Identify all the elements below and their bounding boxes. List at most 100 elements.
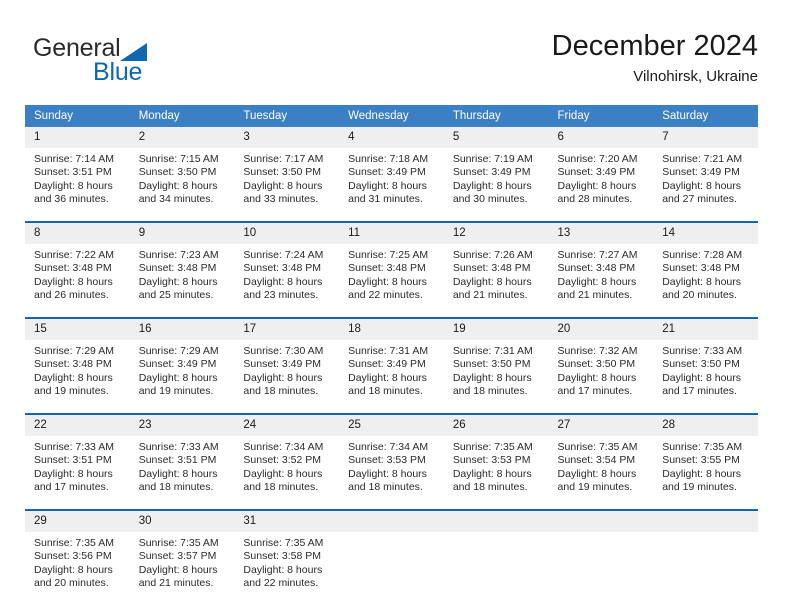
calendar-week-row: 15 Sunrise: 7:29 AM Sunset: 3:48 PM Dayligh… <box>25 317 758 407</box>
calendar-day-cell[interactable]: 26 Sunrise: 7:35 AM Sunset: 3:53 PM Dayligh… <box>443 413 549 503</box>
daylight-duration-line2: and 18 minutes. <box>243 481 319 494</box>
day-number: 1 <box>25 127 130 148</box>
day-number: 25 <box>339 415 444 436</box>
daylight-duration-line2: and 17 minutes. <box>557 385 633 398</box>
daylight-duration-line2: and 19 minutes. <box>138 385 214 398</box>
day-sun-info: Sunrise: 7:18 AM Sunset: 3:49 PM Daylight:… <box>339 148 444 207</box>
daylight-duration-line1: Daylight: 8 hours <box>138 275 218 288</box>
calendar-day-cell[interactable]: 16 Sunrise: 7:29 AM Sunset: 3:49 PM Dayligh… <box>129 317 235 407</box>
day-number: 17 <box>234 319 340 340</box>
sunset-time: Sunset: 3:49 PM <box>557 166 636 179</box>
sunrise-time: Sunrise: 7:22 AM <box>34 249 114 261</box>
general-blue-logo[interactable]: General Blue <box>33 34 263 90</box>
daylight-duration-line1: Daylight: 8 hours <box>557 371 637 384</box>
calendar-day-cell[interactable]: 29 Sunrise: 7:35 AM Sunset: 3:56 PM Dayligh… <box>25 509 130 599</box>
sunrise-time: Sunrise: 7:35 AM <box>138 537 219 549</box>
daylight-duration-line2: and 21 minutes. <box>138 577 214 590</box>
daylight-duration-line1: Daylight: 8 hours <box>662 467 742 480</box>
daylight-duration-line2: and 20 minutes. <box>662 289 737 302</box>
sunset-time: Sunset: 3:50 PM <box>138 166 217 179</box>
week-spacer <box>25 311 758 318</box>
calendar-day-cell[interactable]: 1 Sunrise: 7:14 AM Sunset: 3:51 PM Daylight… <box>25 127 130 215</box>
day-number: 19 <box>443 319 549 340</box>
calendar-day-cell[interactable]: 5 Sunrise: 7:19 AM Sunset: 3:49 PM Daylight… <box>443 127 549 215</box>
daylight-duration-line1: Daylight: 8 hours <box>557 179 637 192</box>
day-number: 23 <box>129 415 235 436</box>
sunrise-sunset-calendar-table: Sunday Monday Tuesday Wednesday Thursday… <box>25 105 758 599</box>
calendar-day-cell[interactable]: 9 Sunrise: 7:23 AM Sunset: 3:48 PM Daylight… <box>129 221 235 311</box>
sunset-time: Sunset: 3:48 PM <box>348 262 426 275</box>
calendar-day-cell[interactable]: 3 Sunrise: 7:17 AM Sunset: 3:50 PM Daylight… <box>234 127 340 215</box>
calendar-empty-cell <box>339 509 444 599</box>
calendar-day-cell[interactable]: 19 Sunrise: 7:31 AM Sunset: 3:50 PM Dayligh… <box>443 317 549 407</box>
sunset-time: Sunset: 3:51 PM <box>34 166 112 179</box>
weekday-header-tuesday: Tuesday <box>234 105 340 127</box>
daylight-duration-line1: Daylight: 8 hours <box>662 371 742 384</box>
calendar-day-cell[interactable]: 14 Sunrise: 7:28 AM Sunset: 3:48 PM Dayligh… <box>653 221 758 311</box>
sunrise-time: Sunrise: 7:31 AM <box>452 345 533 357</box>
day-sun-info: Sunrise: 7:31 AM Sunset: 3:49 PM Daylight:… <box>339 340 444 399</box>
calendar-day-cell[interactable]: 13 Sunrise: 7:27 AM Sunset: 3:48 PM Dayligh… <box>548 221 654 311</box>
calendar-day-cell[interactable]: 25 Sunrise: 7:34 AM Sunset: 3:53 PM Dayligh… <box>339 413 444 503</box>
day-sun-info: Sunrise: 7:34 AM Sunset: 3:53 PM Daylight:… <box>339 436 444 495</box>
sunset-time: Sunset: 3:53 PM <box>348 454 426 467</box>
day-sun-info: Sunrise: 7:33 AM Sunset: 3:51 PM Daylight:… <box>25 436 130 495</box>
calendar-day-cell[interactable]: 6 Sunrise: 7:20 AM Sunset: 3:49 PM Daylight… <box>548 127 654 215</box>
sunset-time: Sunset: 3:50 PM <box>452 358 531 371</box>
day-number: 30 <box>129 511 235 532</box>
sunset-time: Sunset: 3:49 PM <box>662 166 740 179</box>
daylight-duration-line2: and 31 minutes. <box>348 193 423 206</box>
day-sun-info: Sunrise: 7:27 AM Sunset: 3:48 PM Daylight:… <box>549 244 654 303</box>
daylight-duration-line1: Daylight: 8 hours <box>243 179 323 192</box>
calendar-day-cell[interactable]: 12 Sunrise: 7:26 AM Sunset: 3:48 PM Dayligh… <box>443 221 549 311</box>
calendar-day-cell[interactable]: 28 Sunrise: 7:35 AM Sunset: 3:55 PM Dayligh… <box>653 413 758 503</box>
calendar-day-cell[interactable]: 8 Sunrise: 7:22 AM Sunset: 3:48 PM Daylight… <box>25 221 130 311</box>
sunset-time: Sunset: 3:48 PM <box>34 358 112 371</box>
calendar-day-cell[interactable]: 27 Sunrise: 7:35 AM Sunset: 3:54 PM Dayligh… <box>548 413 654 503</box>
day-number: 20 <box>548 319 654 340</box>
daylight-duration-line1: Daylight: 8 hours <box>34 563 113 576</box>
calendar-day-cell[interactable]: 7 Sunrise: 7:21 AM Sunset: 3:49 PM Daylight… <box>653 127 758 215</box>
daylight-duration-line1: Daylight: 8 hours <box>557 275 637 288</box>
day-number <box>443 511 549 532</box>
day-number: 18 <box>339 319 444 340</box>
day-sun-info: Sunrise: 7:35 AM Sunset: 3:54 PM Daylight:… <box>549 436 654 495</box>
sunrise-time: Sunrise: 7:24 AM <box>243 249 324 261</box>
calendar-day-cell[interactable]: 24 Sunrise: 7:34 AM Sunset: 3:52 PM Dayligh… <box>234 413 340 503</box>
calendar-day-cell[interactable]: 23 Sunrise: 7:33 AM Sunset: 3:51 PM Dayligh… <box>129 413 235 503</box>
calendar-day-cell[interactable]: 11 Sunrise: 7:25 AM Sunset: 3:48 PM Dayligh… <box>339 221 444 311</box>
calendar-day-cell[interactable]: 21 Sunrise: 7:33 AM Sunset: 3:50 PM Dayligh… <box>653 317 758 407</box>
daylight-duration-line1: Daylight: 8 hours <box>348 179 427 192</box>
page-header: General Blue December 2024 Vilnohirsk, U… <box>25 28 767 94</box>
sunrise-time: Sunrise: 7:29 AM <box>34 345 114 357</box>
daylight-duration-line2: and 21 minutes. <box>557 289 633 302</box>
calendar-day-cell[interactable]: 30 Sunrise: 7:35 AM Sunset: 3:57 PM Dayligh… <box>129 509 235 599</box>
sunset-time: Sunset: 3:51 PM <box>34 454 112 467</box>
day-number: 6 <box>548 127 654 148</box>
daylight-duration-line2: and 27 minutes. <box>662 193 737 206</box>
sunrise-time: Sunrise: 7:34 AM <box>348 441 429 453</box>
calendar-day-cell[interactable]: 18 Sunrise: 7:31 AM Sunset: 3:49 PM Dayligh… <box>339 317 444 407</box>
week-spacer <box>25 503 758 510</box>
daylight-duration-line2: and 22 minutes. <box>348 289 423 302</box>
day-number <box>653 511 758 532</box>
calendar-day-cell[interactable]: 17 Sunrise: 7:30 AM Sunset: 3:49 PM Dayligh… <box>234 317 340 407</box>
calendar-day-cell[interactable]: 22 Sunrise: 7:33 AM Sunset: 3:51 PM Dayligh… <box>25 413 130 503</box>
calendar-day-cell[interactable]: 15 Sunrise: 7:29 AM Sunset: 3:48 PM Dayligh… <box>25 317 130 407</box>
daylight-duration-line1: Daylight: 8 hours <box>348 371 427 384</box>
day-sun-info: Sunrise: 7:35 AM Sunset: 3:53 PM Daylight:… <box>444 436 549 495</box>
daylight-duration-line2: and 17 minutes. <box>34 481 109 494</box>
calendar-day-cell[interactable]: 31 Sunrise: 7:35 AM Sunset: 3:58 PM Dayligh… <box>234 509 340 599</box>
calendar-day-cell[interactable]: 2 Sunrise: 7:15 AM Sunset: 3:50 PM Daylight… <box>129 127 235 215</box>
week-spacer <box>25 215 758 222</box>
daylight-duration-line2: and 26 minutes. <box>34 289 109 302</box>
day-sun-info: Sunrise: 7:20 AM Sunset: 3:49 PM Daylight:… <box>549 148 654 207</box>
calendar-day-cell[interactable]: 20 Sunrise: 7:32 AM Sunset: 3:50 PM Dayligh… <box>548 317 654 407</box>
day-sun-info: Sunrise: 7:30 AM Sunset: 3:49 PM Daylight:… <box>234 340 339 399</box>
sunset-time: Sunset: 3:49 PM <box>243 358 322 371</box>
sunrise-time: Sunrise: 7:28 AM <box>662 249 743 261</box>
calendar-day-cell[interactable]: 4 Sunrise: 7:18 AM Sunset: 3:49 PM Daylight… <box>339 127 444 215</box>
day-sun-info: Sunrise: 7:26 AM Sunset: 3:48 PM Daylight:… <box>444 244 549 303</box>
calendar-day-cell[interactable]: 10 Sunrise: 7:24 AM Sunset: 3:48 PM Dayligh… <box>234 221 340 311</box>
sunset-time: Sunset: 3:51 PM <box>138 454 217 467</box>
